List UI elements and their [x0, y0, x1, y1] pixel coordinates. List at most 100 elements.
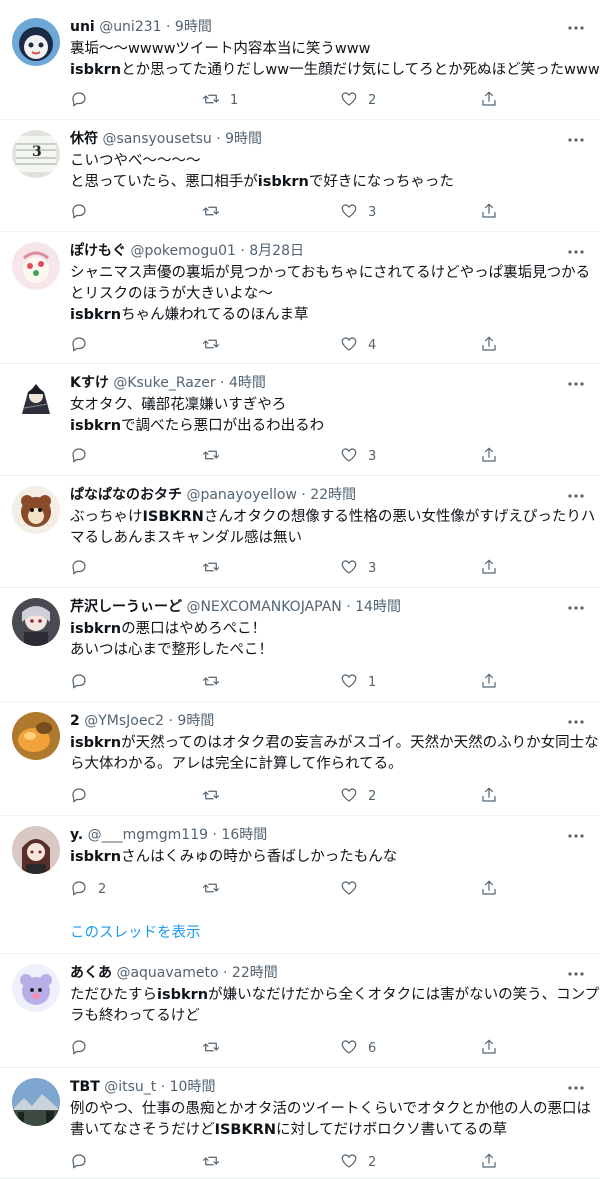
share-icon[interactable] [480, 558, 498, 580]
reply-icon[interactable] [70, 786, 88, 808]
handle[interactable]: @panayoyellow [186, 487, 296, 503]
tweet[interactable]: 芹沢しーうぃーど @NEXCOMANKOJAPAN · 14時間 isbkrnの悪… [0, 588, 600, 702]
display-name[interactable]: 休符 [70, 131, 98, 147]
retweet-button[interactable] [202, 879, 230, 901]
display-name[interactable]: TBT [70, 1079, 100, 1095]
share-button[interactable] [480, 90, 498, 112]
avatar[interactable] [12, 486, 60, 534]
handle[interactable]: @pokemogu01 [130, 243, 235, 259]
retweet-icon[interactable] [202, 786, 220, 808]
share-button[interactable] [480, 446, 498, 468]
retweet-icon[interactable] [202, 558, 220, 580]
tweet[interactable]: ぽけもぐ @pokemogu01 · 8月28日 シャニマス声優の裏垢が見つかって… [0, 232, 600, 364]
like-button[interactable]: 1 [340, 672, 376, 694]
timestamp[interactable]: 14時間 [355, 599, 401, 615]
reply-icon[interactable] [70, 335, 88, 357]
share-icon[interactable] [480, 202, 498, 224]
more-horizontal-icon[interactable] [566, 1080, 586, 1096]
share-icon[interactable] [480, 786, 498, 808]
share-button[interactable] [480, 202, 498, 224]
heart-icon[interactable] [340, 1038, 358, 1060]
handle[interactable]: @aquavameto [116, 965, 218, 981]
display-name[interactable]: ぽけもぐ [70, 243, 126, 259]
heart-icon[interactable] [340, 879, 358, 901]
reply-icon[interactable] [70, 879, 88, 901]
share-icon[interactable] [480, 1152, 498, 1174]
retweet-button[interactable] [202, 672, 230, 694]
like-button[interactable]: 3 [340, 446, 376, 468]
reply-icon[interactable] [70, 90, 88, 112]
avatar[interactable] [12, 598, 60, 646]
avatar[interactable]: 3 [12, 130, 60, 178]
reply-button[interactable] [70, 558, 98, 580]
retweet-icon[interactable] [202, 879, 220, 901]
retweet-icon[interactable] [202, 1152, 220, 1174]
more-horizontal-icon[interactable] [566, 132, 586, 148]
share-button[interactable] [480, 1038, 498, 1060]
heart-icon[interactable] [340, 202, 358, 224]
more-horizontal-icon[interactable] [566, 376, 586, 392]
tweet[interactable]: ぱなぱなのおタチ @panayoyellow · 22時間 ぶっちゃけISBKRN… [0, 476, 600, 588]
share-button[interactable] [480, 879, 498, 901]
reply-button[interactable] [70, 786, 98, 808]
reply-icon[interactable] [70, 446, 88, 468]
like-button[interactable]: 4 [340, 335, 376, 357]
like-button[interactable]: 3 [340, 202, 376, 224]
show-thread-link[interactable]: このスレッドを表示 [70, 921, 201, 942]
avatar[interactable] [12, 18, 60, 66]
like-button[interactable]: 2 [340, 90, 376, 112]
retweet-icon[interactable] [202, 202, 220, 224]
retweet-icon[interactable] [202, 1038, 220, 1060]
more-horizontal-icon[interactable] [566, 488, 586, 504]
display-name[interactable]: Kすけ [70, 375, 109, 391]
reply-button[interactable] [70, 1152, 98, 1174]
display-name[interactable]: 2 [70, 713, 80, 729]
tweet[interactable]: y. @___mgmgm119 · 16時間 isbkrnさんはくみゅの時から香ば… [0, 816, 600, 954]
timestamp[interactable]: 16時間 [221, 827, 267, 843]
retweet-button[interactable] [202, 335, 230, 357]
retweet-button[interactable] [202, 1152, 230, 1174]
reply-icon[interactable] [70, 1038, 88, 1060]
retweet-button[interactable] [202, 558, 230, 580]
reply-button[interactable] [70, 1038, 98, 1060]
avatar[interactable] [12, 712, 60, 760]
share-button[interactable] [480, 1152, 498, 1174]
share-icon[interactable] [480, 90, 498, 112]
heart-icon[interactable] [340, 786, 358, 808]
retweet-icon[interactable] [202, 335, 220, 357]
share-icon[interactable] [480, 446, 498, 468]
handle[interactable]: @uni231 [99, 19, 161, 35]
tweet[interactable]: Kすけ @Ksuke_Razer · 4時間 女オタク、礒部花凜嫌いすぎやろ isb… [0, 364, 600, 476]
handle[interactable]: @itsu_t [104, 1079, 156, 1095]
more-horizontal-icon[interactable] [566, 244, 586, 260]
like-button[interactable]: 3 [340, 558, 376, 580]
timestamp[interactable]: 9時間 [175, 19, 212, 35]
reply-button[interactable] [70, 90, 98, 112]
avatar[interactable] [12, 826, 60, 874]
avatar[interactable] [12, 242, 60, 290]
tweet[interactable]: 2 @YMsJoec2 · 9時間 isbkrnが天然ってのはオタク君の妄言みがス… [0, 702, 600, 816]
timestamp[interactable]: 8月28日 [249, 243, 304, 259]
retweet-icon[interactable] [202, 446, 220, 468]
share-icon[interactable] [480, 672, 498, 694]
share-button[interactable] [480, 558, 498, 580]
more-horizontal-icon[interactable] [566, 20, 586, 36]
share-button[interactable] [480, 335, 498, 357]
retweet-icon[interactable] [202, 90, 220, 112]
heart-icon[interactable] [340, 446, 358, 468]
heart-icon[interactable] [340, 335, 358, 357]
avatar[interactable] [12, 374, 60, 422]
reply-button[interactable] [70, 672, 98, 694]
retweet-button[interactable] [202, 1038, 230, 1060]
like-button[interactable] [340, 879, 368, 901]
handle[interactable]: @sansyousetsu [102, 131, 211, 147]
avatar[interactable] [12, 1078, 60, 1126]
retweet-button[interactable] [202, 202, 230, 224]
share-icon[interactable] [480, 879, 498, 901]
timestamp[interactable]: 10時間 [170, 1079, 216, 1095]
share-icon[interactable] [480, 335, 498, 357]
reply-icon[interactable] [70, 202, 88, 224]
display-name[interactable]: あくあ [70, 965, 112, 981]
retweet-icon[interactable] [202, 672, 220, 694]
display-name[interactable]: y. [70, 827, 83, 843]
